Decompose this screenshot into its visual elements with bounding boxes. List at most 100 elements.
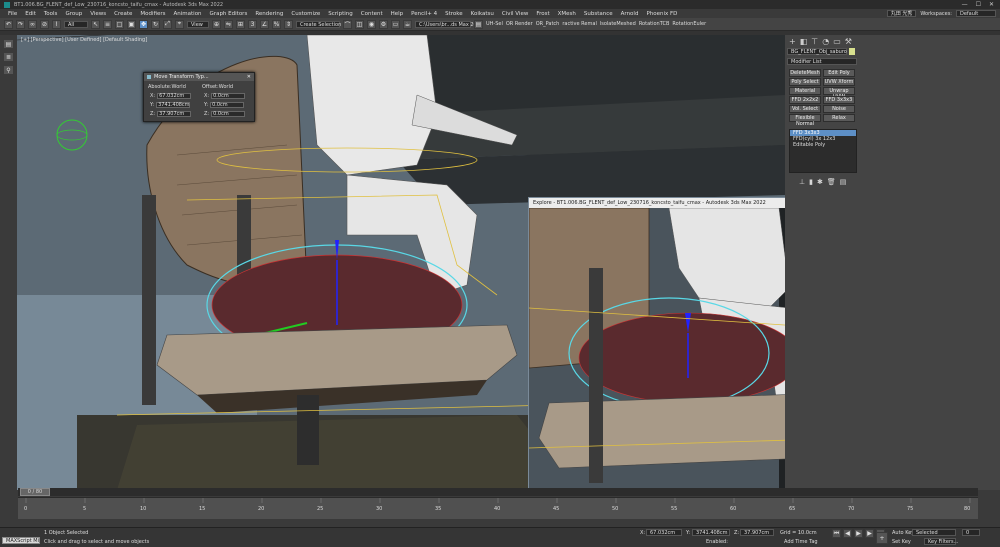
workspace-dropdown[interactable]: Default xyxy=(956,10,996,17)
make-unique-icon[interactable]: ✱ xyxy=(817,178,823,186)
menu-civil-view[interactable]: Civil View xyxy=(498,11,532,17)
script-button-isolate[interactable]: lsolateMeshed xyxy=(600,21,636,27)
schematic-icon[interactable]: ◫ xyxy=(355,19,364,29)
menu-tools[interactable]: Tools xyxy=(40,11,62,17)
render-frame-icon[interactable]: ▭ xyxy=(391,19,400,29)
poly-select-button[interactable]: Poly Select xyxy=(789,78,821,86)
window-crossing-icon[interactable]: ▣ xyxy=(127,19,136,29)
viewport-label[interactable]: [+] [Perspective] [User Defined] [Defaul… xyxy=(21,37,147,43)
modify-tab-icon[interactable]: ◧ xyxy=(800,37,808,46)
menu-content[interactable]: Content xyxy=(357,11,387,17)
unwrap-uvw-button[interactable]: Unwrap UVW xyxy=(823,87,855,100)
render-setup-icon[interactable]: ⚙ xyxy=(379,19,388,29)
material-editor-icon[interactable]: ◉ xyxy=(367,19,376,29)
next-frame-icon[interactable]: ▶ xyxy=(865,529,874,538)
menu-modifiers[interactable]: Modifiers xyxy=(136,11,169,17)
align-icon[interactable]: ⊞ xyxy=(236,19,245,29)
off-z-input[interactable]: 0.0cm xyxy=(211,111,246,117)
track-bar[interactable]: 0 5 10 15 20 25 30 35 40 45 50 55 60 65 … xyxy=(18,497,978,519)
flexible-normal-button[interactable]: Flexible Normal xyxy=(789,114,821,127)
create-tab-icon[interactable]: + xyxy=(789,37,796,46)
select-icon[interactable]: ↖ xyxy=(91,19,100,29)
set-key-button[interactable]: Set Key xyxy=(892,539,911,545)
menu-group[interactable]: Group xyxy=(61,11,86,17)
time-slider-thumb[interactable]: 0 / 80 xyxy=(20,488,50,496)
hierarchy-tab-icon[interactable]: ⊤ xyxy=(811,37,818,46)
filter-icon[interactable]: ⚲ xyxy=(3,65,14,75)
reference-coord-dropdown[interactable]: View xyxy=(187,20,209,28)
menu-customize[interactable]: Customize xyxy=(287,11,324,17)
object-name-field[interactable]: BG_FLENT_Obj_saburo xyxy=(787,48,847,55)
rotate-icon[interactable]: ↻ xyxy=(151,19,160,29)
off-y-input[interactable]: 0.0cm xyxy=(210,102,245,108)
prev-frame-icon[interactable]: ◀ xyxy=(843,529,852,538)
link-icon[interactable]: ∞ xyxy=(28,19,37,29)
menu-arnold[interactable]: Arnold xyxy=(617,11,643,17)
uvw-xform-button[interactable]: UVW Xform xyxy=(823,78,855,86)
select-by-name-icon[interactable]: ≡ xyxy=(103,19,112,29)
script-button-rotation-tcb[interactable]: RotationTCB xyxy=(639,21,670,27)
menu-help[interactable]: Help xyxy=(387,11,408,17)
ffd-3x3x3-button[interactable]: FFD 3x3x3 xyxy=(823,96,855,104)
vol-select-button[interactable]: Vol. Select xyxy=(789,105,821,113)
remove-modifier-icon[interactable]: 🗑 xyxy=(827,178,836,186)
abs-z-input[interactable]: 37.907cm xyxy=(157,111,192,117)
menu-views[interactable]: Views xyxy=(86,11,110,17)
utilities-tab-icon[interactable]: ⚒ xyxy=(845,37,852,46)
unlink-icon[interactable]: ⊘ xyxy=(40,19,49,29)
render-icon[interactable]: ☕ xyxy=(403,19,412,29)
selection-set-dropdown[interactable]: Create Selection Se xyxy=(296,20,349,28)
auto-key-button[interactable]: Auto Key xyxy=(892,530,914,536)
coord-x-field[interactable]: 67.032cm xyxy=(646,529,682,536)
current-frame-field[interactable]: 0 xyxy=(962,529,980,536)
set-key-plus-icon[interactable]: + xyxy=(876,532,888,544)
layer-icon[interactable]: ≣ xyxy=(3,52,14,62)
user-account[interactable]: 丸田 光秀 xyxy=(886,10,917,17)
ffd-2x2x2-button[interactable]: FFD 2x2x2 xyxy=(789,96,821,104)
go-start-icon[interactable]: ⏮ xyxy=(832,529,841,538)
motion-tab-icon[interactable]: ◔ xyxy=(822,37,829,46)
menu-xmesh[interactable]: XMesh xyxy=(554,11,580,17)
off-x-input[interactable]: 0.0cm xyxy=(211,93,246,99)
modifier-list-dropdown[interactable]: Modifier List xyxy=(787,58,857,65)
script-button-or-render[interactable]: OR Render xyxy=(506,21,533,27)
script-button-rotation-euler[interactable]: RotationEuler xyxy=(672,21,706,27)
angle-snap-icon[interactable]: ∠ xyxy=(260,19,269,29)
noise-button[interactable]: Noise xyxy=(823,105,855,113)
project-path[interactable]: C:\Users\br...ds Max 2022 xyxy=(415,20,483,28)
menu-graph-editors[interactable]: Graph Editors xyxy=(206,11,252,17)
spinner-snap-icon[interactable]: ⇕ xyxy=(284,19,293,29)
scale-icon[interactable]: ⤢ xyxy=(163,19,172,29)
bind-icon[interactable]: ⌇ xyxy=(52,19,61,29)
time-slider-track[interactable] xyxy=(18,488,978,496)
menu-substance[interactable]: Substance xyxy=(580,11,617,17)
menu-file[interactable]: File xyxy=(4,11,21,17)
key-mode-dropdown[interactable]: Selected xyxy=(912,529,956,536)
edit-poly-button[interactable]: Edit Poly xyxy=(823,69,855,77)
rect-select-icon[interactable]: □ xyxy=(115,19,124,29)
menu-rendering[interactable]: Rendering xyxy=(251,11,287,17)
menu-create[interactable]: Create xyxy=(110,11,136,17)
configure-sets-icon[interactable]: ▤ xyxy=(840,178,847,186)
show-end-result-icon[interactable]: ▮ xyxy=(809,178,813,186)
pin-stack-icon[interactable]: ⊥ xyxy=(799,178,805,186)
script-button-remal[interactable]: ractive Remal xyxy=(562,21,597,27)
move-icon[interactable]: ✥ xyxy=(139,19,148,29)
menu-koikatsu[interactable]: Koikatsu xyxy=(467,11,498,17)
percent-snap-icon[interactable]: % xyxy=(272,19,281,29)
maximize-icon[interactable]: ☐ xyxy=(976,1,981,8)
scene-explorer-icon[interactable]: ▤ xyxy=(3,39,14,49)
folder-icon[interactable]: ▤ xyxy=(474,19,483,29)
object-color-swatch[interactable] xyxy=(849,48,855,55)
menu-edit[interactable]: Edit xyxy=(21,11,40,17)
script-button-or-patch[interactable]: OR_Patch xyxy=(536,21,560,27)
relax-button[interactable]: Relax xyxy=(823,114,855,122)
mirror-icon[interactable]: ⇋ xyxy=(224,19,233,29)
menu-stroke[interactable]: Stroke xyxy=(441,11,467,17)
stack-item-editable-poly[interactable]: Editable Poly xyxy=(790,142,856,148)
menu-phoenix-fd[interactable]: Phoenix FD xyxy=(642,11,681,17)
menu-pencil[interactable]: Pencil+ 4 xyxy=(407,11,441,17)
close-icon[interactable]: ✕ xyxy=(247,74,254,80)
add-time-tag[interactable]: Add Time Tag xyxy=(784,539,818,545)
material-button[interactable]: Material xyxy=(789,87,821,95)
